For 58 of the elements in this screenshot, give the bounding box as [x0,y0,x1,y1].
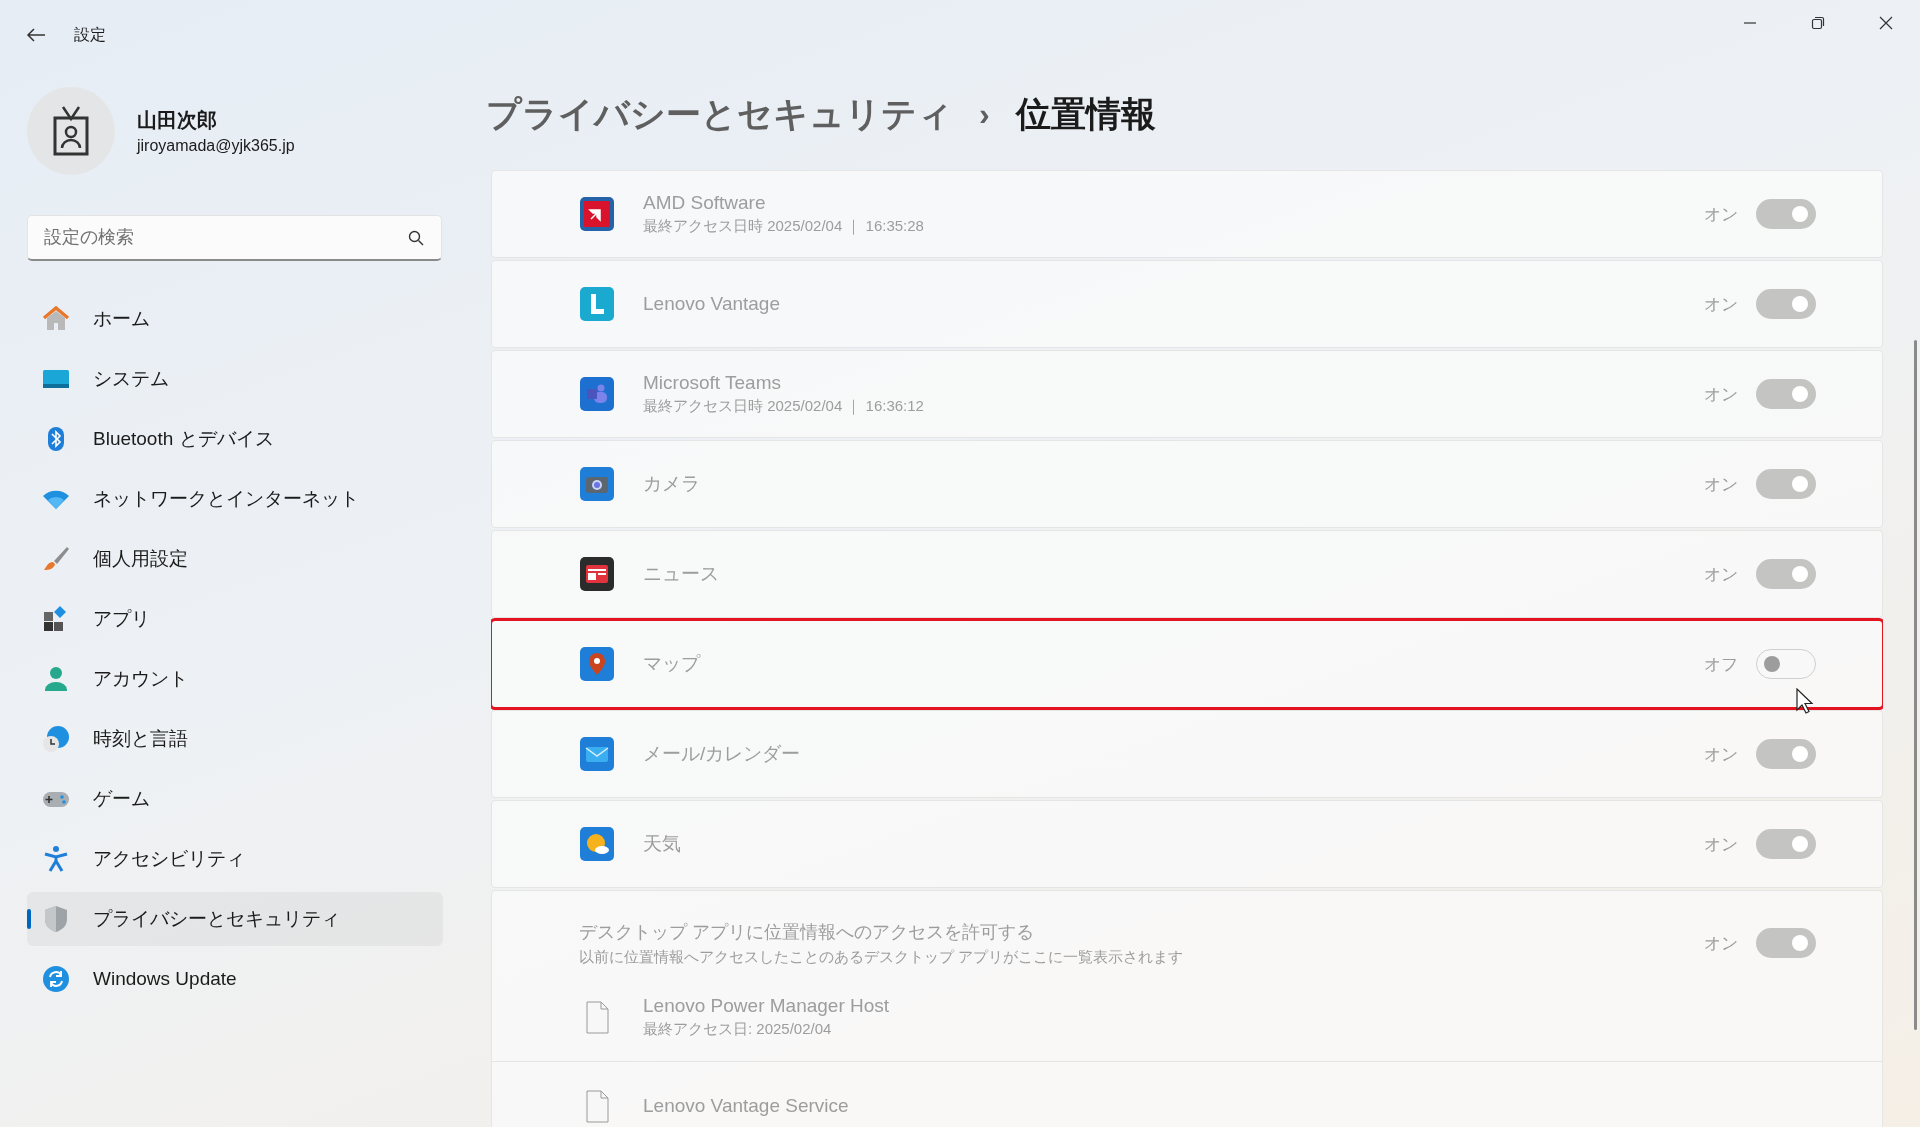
nav-item[interactable]: Bluetooth とデバイス [27,412,443,466]
nav-item[interactable]: プライバシーとセキュリティ [27,892,443,946]
app-name: 天気 [643,832,682,856]
search-field[interactable]: 設定の検索 [27,215,442,261]
nav-item[interactable]: 個人用設定 [27,532,443,586]
nav-item[interactable]: 時刻と言語 [27,712,443,766]
toggle-state-label: オン [1704,563,1738,586]
window-title: 設定 [74,24,106,45]
nav-item[interactable]: ゲーム [27,772,443,826]
close-icon [1879,16,1893,30]
toggle-state-label: オン [1704,383,1738,406]
nav-item[interactable]: アカウント [27,652,443,706]
toggle-state-label: オン [1704,293,1738,316]
nav-item[interactable]: Windows Update [27,952,443,1006]
app-name: ニュース [643,562,720,586]
toggle-state-label: オフ [1704,653,1738,676]
search-icon [408,230,424,246]
app-name: メール/カレンダー [643,742,802,766]
setting-description: 以前に位置情報へアクセスしたことのあるデスクトップ アプリがここに一覧表示されます [579,947,1185,967]
last-access-text: 最終アクセス日時 2025/02/04 ｜ 16:36:12 [643,397,925,416]
user-email: jiroyamada@yjk365.jp [137,137,295,155]
sun-cloud-icon [579,826,615,862]
nav-item[interactable]: ホーム [27,292,443,346]
breadcrumb-link[interactable]: プライバシーとセキュリティ [486,90,953,138]
app-name: マップ [643,652,702,676]
nav-item[interactable]: システム [27,352,443,406]
app-name: AMD Software [643,192,767,214]
breadcrumb-separator: › [979,95,990,133]
nav-item[interactable]: アプリ [27,592,443,646]
app-name: カメラ [643,472,701,496]
last-access-text: 最終アクセス日: 2025/02/04 [643,1020,833,1039]
toggle-state-label: オン [1704,833,1738,856]
setting-title: デスクトップ アプリに位置情報へのアクセスを許可する [579,920,1035,944]
toggle-state-label: オン [1704,743,1738,766]
app-name: Microsoft Teams [643,372,782,394]
page-title: 位置情報 [1015,92,1156,135]
restore-icon [1811,16,1825,30]
toggle-state-label: オン [1704,203,1738,226]
user-name: 山田次郎 [137,108,218,133]
back-arrow-icon [26,27,46,43]
map-pin-icon [579,646,615,682]
newspaper-icon [579,556,615,592]
last-access-text: 最終アクセス日時 2025/02/04 ｜ 16:35:28 [643,217,925,236]
mail-icon [579,736,615,772]
globe-clock-icon [41,724,71,754]
app-name: Lenovo Vantage [643,293,781,315]
nav-item[interactable]: ネットワークとインターネット [27,472,443,526]
refresh-icon [41,964,71,994]
people-icon [579,376,615,412]
nav-item[interactable]: アクセシビリティ [27,832,443,886]
app-name: Lenovo Power Manager Host [643,995,891,1017]
camera-icon [579,466,615,502]
app-logo-icon [579,286,615,322]
scrollbar-thumb[interactable] [1914,340,1917,1030]
app-name: Lenovo Vantage Service [643,1095,850,1117]
toggle-state-label: オン [1704,473,1738,496]
arrow-logo-icon [579,196,615,232]
toggle-state-label: オン [1704,932,1738,955]
